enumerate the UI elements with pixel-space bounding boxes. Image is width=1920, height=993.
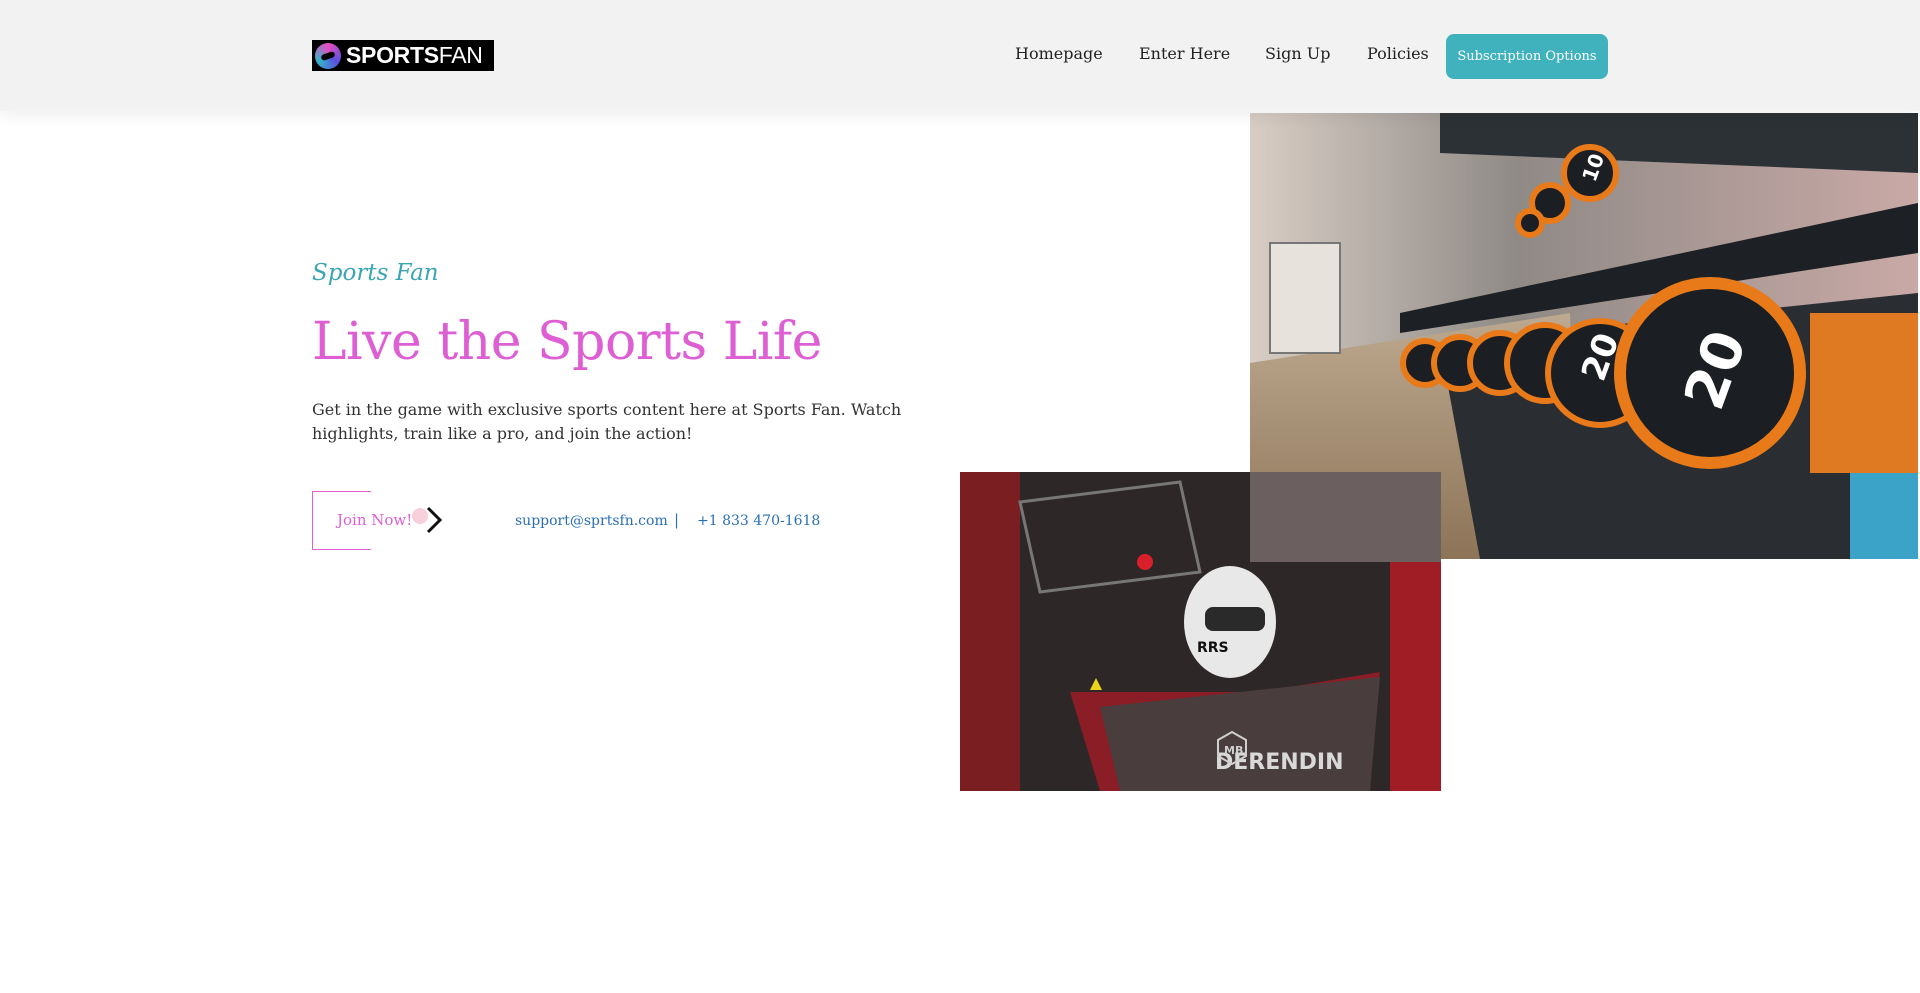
chevron-right-icon[interactable] (420, 504, 450, 536)
hero-headline: Live the Sports Life (312, 312, 822, 372)
site-header: SPORTSFAN Homepage Enter Here Sign Up Po… (0, 0, 1920, 111)
subscription-options-button[interactable]: Subscription Options (1446, 34, 1608, 79)
race-car-illustration: RRS DERENDIN MB (960, 472, 1441, 791)
nav-enter-here[interactable]: Enter Here (1139, 44, 1230, 63)
support-email-link[interactable]: support@sprtsfn.com (515, 513, 668, 529)
support-phone-link[interactable]: +1 833 470-1618 (697, 513, 820, 529)
hero-intro: Get in the game with exclusive sports co… (312, 400, 902, 443)
nav-sign-up[interactable]: Sign Up (1265, 44, 1330, 63)
car-badge-text: MB (1224, 744, 1243, 757)
nav-homepage[interactable]: Homepage (1015, 44, 1103, 63)
nav-policies[interactable]: Policies (1367, 44, 1429, 63)
race-car-driver-photo: RRS DERENDIN MB (960, 472, 1441, 791)
site-logo[interactable]: SPORTSFAN (312, 40, 494, 71)
logo-wordmark: SPORTSFAN (346, 42, 483, 68)
contact-separator: | (674, 511, 680, 529)
hero-eyebrow: Sports Fan (312, 260, 439, 286)
sportsfan-logo-icon (315, 42, 341, 69)
join-now-label[interactable]: Join Now! (337, 511, 412, 529)
helmet-text: RRS (1197, 640, 1229, 656)
